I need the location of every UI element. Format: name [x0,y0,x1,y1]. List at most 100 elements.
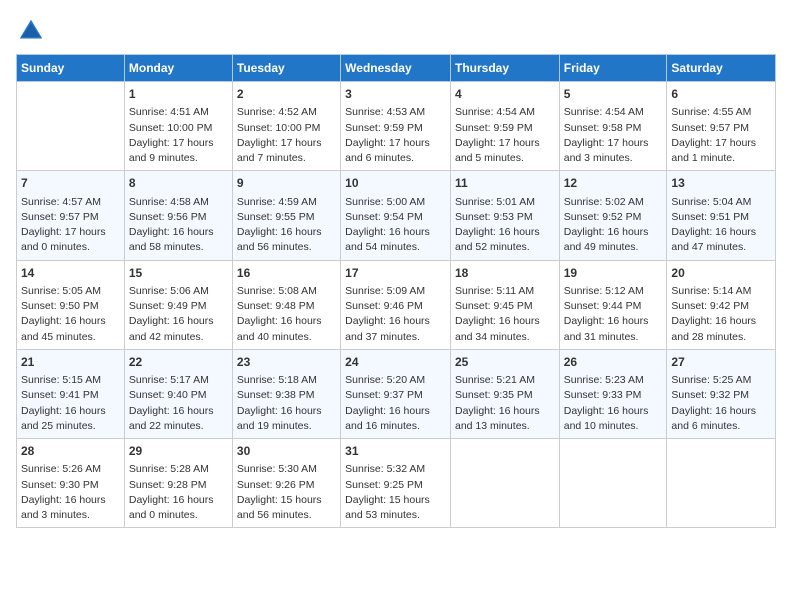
day-info: Daylight: 16 hours [455,404,555,419]
day-number: 4 [455,86,555,103]
calendar-cell: 25Sunrise: 5:21 AMSunset: 9:35 PMDayligh… [450,349,559,438]
calendar-cell: 21Sunrise: 5:15 AMSunset: 9:41 PMDayligh… [17,349,125,438]
day-number: 27 [671,354,771,371]
day-info: Daylight: 16 hours [345,225,446,240]
day-info: Daylight: 16 hours [129,493,228,508]
day-info: and 53 minutes. [345,508,446,523]
day-info: and 58 minutes. [129,240,228,255]
day-info: Daylight: 16 hours [564,314,663,329]
day-info: Sunrise: 5:09 AM [345,284,446,299]
day-number: 24 [345,354,446,371]
calendar-cell: 23Sunrise: 5:18 AMSunset: 9:38 PMDayligh… [232,349,340,438]
day-info: and 47 minutes. [671,240,771,255]
day-info: Daylight: 17 hours [21,225,120,240]
day-info: and 6 minutes. [671,419,771,434]
day-number: 28 [21,443,120,460]
calendar-cell: 26Sunrise: 5:23 AMSunset: 9:33 PMDayligh… [559,349,667,438]
day-info: Sunrise: 4:54 AM [564,105,663,120]
week-row-5: 28Sunrise: 5:26 AMSunset: 9:30 PMDayligh… [17,439,776,528]
day-info: Daylight: 16 hours [237,314,336,329]
day-header-wednesday: Wednesday [341,55,451,82]
day-info: and 56 minutes. [237,240,336,255]
day-number: 7 [21,175,120,192]
calendar-cell: 17Sunrise: 5:09 AMSunset: 9:46 PMDayligh… [341,260,451,349]
day-info: Daylight: 16 hours [455,225,555,240]
day-info: Sunset: 9:59 PM [455,121,555,136]
calendar-cell: 13Sunrise: 5:04 AMSunset: 9:51 PMDayligh… [667,171,776,260]
day-info: Sunrise: 5:05 AM [21,284,120,299]
day-info: and 40 minutes. [237,330,336,345]
day-header-thursday: Thursday [450,55,559,82]
day-info: Daylight: 17 hours [671,136,771,151]
day-info: Sunrise: 4:51 AM [129,105,228,120]
calendar-cell [450,439,559,528]
day-info: and 56 minutes. [237,508,336,523]
day-info: Daylight: 16 hours [455,314,555,329]
week-row-4: 21Sunrise: 5:15 AMSunset: 9:41 PMDayligh… [17,349,776,438]
day-info: and 34 minutes. [455,330,555,345]
day-info: Daylight: 15 hours [237,493,336,508]
day-number: 25 [455,354,555,371]
day-info: and 16 minutes. [345,419,446,434]
day-info: Sunset: 9:37 PM [345,388,446,403]
week-row-3: 14Sunrise: 5:05 AMSunset: 9:50 PMDayligh… [17,260,776,349]
day-number: 29 [129,443,228,460]
day-number: 6 [671,86,771,103]
day-info: Sunset: 9:48 PM [237,299,336,314]
day-info: Sunset: 9:32 PM [671,388,771,403]
day-number: 10 [345,175,446,192]
calendar-cell: 4Sunrise: 4:54 AMSunset: 9:59 PMDaylight… [450,82,559,171]
day-number: 15 [129,265,228,282]
calendar-cell: 30Sunrise: 5:30 AMSunset: 9:26 PMDayligh… [232,439,340,528]
page-header [16,16,776,46]
day-info: Daylight: 17 hours [129,136,228,151]
day-info: Sunset: 9:28 PM [129,478,228,493]
day-info: Sunset: 9:52 PM [564,210,663,225]
day-info: Daylight: 16 hours [129,404,228,419]
day-number: 3 [345,86,446,103]
day-info: and 10 minutes. [564,419,663,434]
day-number: 16 [237,265,336,282]
calendar-cell: 3Sunrise: 4:53 AMSunset: 9:59 PMDaylight… [341,82,451,171]
calendar-cell: 29Sunrise: 5:28 AMSunset: 9:28 PMDayligh… [124,439,232,528]
day-info: Daylight: 16 hours [21,404,120,419]
calendar-cell: 1Sunrise: 4:51 AMSunset: 10:00 PMDayligh… [124,82,232,171]
day-info: and 7 minutes. [237,151,336,166]
calendar-cell [17,82,125,171]
day-info: Sunset: 9:26 PM [237,478,336,493]
day-header-monday: Monday [124,55,232,82]
day-info: Sunset: 9:57 PM [21,210,120,225]
day-number: 21 [21,354,120,371]
day-number: 18 [455,265,555,282]
calendar-cell: 5Sunrise: 4:54 AMSunset: 9:58 PMDaylight… [559,82,667,171]
day-number: 31 [345,443,446,460]
day-info: Sunrise: 5:18 AM [237,373,336,388]
header-row: SundayMondayTuesdayWednesdayThursdayFrid… [17,55,776,82]
calendar-cell: 10Sunrise: 5:00 AMSunset: 9:54 PMDayligh… [341,171,451,260]
day-info: Daylight: 17 hours [237,136,336,151]
day-info: Sunset: 9:49 PM [129,299,228,314]
day-info: Sunrise: 4:59 AM [237,195,336,210]
day-number: 13 [671,175,771,192]
calendar-cell: 14Sunrise: 5:05 AMSunset: 9:50 PMDayligh… [17,260,125,349]
day-info: Daylight: 16 hours [671,225,771,240]
day-info: Daylight: 16 hours [564,225,663,240]
day-info: Sunrise: 5:25 AM [671,373,771,388]
day-info: Sunset: 9:30 PM [21,478,120,493]
day-info: Sunrise: 5:15 AM [21,373,120,388]
day-info: and 54 minutes. [345,240,446,255]
calendar-cell: 9Sunrise: 4:59 AMSunset: 9:55 PMDaylight… [232,171,340,260]
day-info: Sunset: 9:45 PM [455,299,555,314]
day-header-sunday: Sunday [17,55,125,82]
day-info: Sunrise: 5:04 AM [671,195,771,210]
calendar-cell: 7Sunrise: 4:57 AMSunset: 9:57 PMDaylight… [17,171,125,260]
day-info: and 13 minutes. [455,419,555,434]
day-info: Sunrise: 5:20 AM [345,373,446,388]
day-info: Daylight: 16 hours [345,314,446,329]
calendar-cell: 12Sunrise: 5:02 AMSunset: 9:52 PMDayligh… [559,171,667,260]
day-info: and 1 minute. [671,151,771,166]
day-info: Sunrise: 5:02 AM [564,195,663,210]
day-info: Sunset: 9:56 PM [129,210,228,225]
calendar-table: SundayMondayTuesdayWednesdayThursdayFrid… [16,54,776,528]
day-info: Sunrise: 5:06 AM [129,284,228,299]
